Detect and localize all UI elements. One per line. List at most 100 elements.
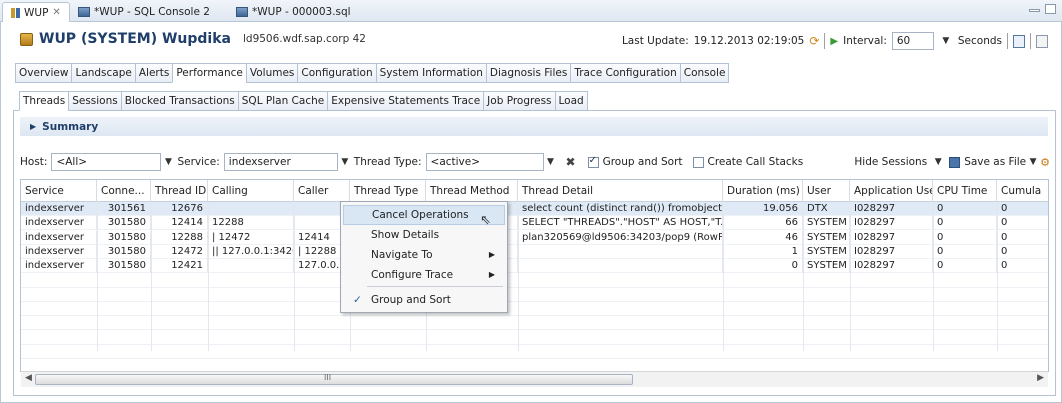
editor-tab-label: WUP <box>24 6 49 19</box>
configure-icon[interactable]: ⚙ <box>1040 156 1050 169</box>
column-divider <box>151 202 152 351</box>
host-select[interactable]: <All> <box>51 153 162 171</box>
editor-tab-sql-console[interactable]: *WUP - SQL Console 2 <box>70 2 218 22</box>
column-divider <box>803 202 804 351</box>
interval-input[interactable]: 60 <box>891 32 934 50</box>
separator <box>824 33 826 49</box>
table-header: Service Conne... Thread ID Calling Caller Thr… <box>21 180 1048 202</box>
save-icon[interactable] <box>949 156 961 168</box>
table-row[interactable]: indexserver30156112676ntselect count (di… <box>21 202 1048 216</box>
tab-console[interactable]: Console <box>679 63 730 83</box>
subtab-load[interactable]: Load <box>554 91 588 111</box>
tab-performance[interactable]: Performance <box>172 63 246 83</box>
check-icon: ✓ <box>353 294 362 306</box>
service-label: Service: <box>177 156 220 168</box>
subtab-blocked-transactions[interactable]: Blocked Transactions <box>120 91 238 111</box>
menu-item-cancel-operations[interactable]: Cancel Operations ⇖ <box>343 205 505 228</box>
column-divider <box>997 202 998 351</box>
table-cell: 12676 <box>151 202 208 216</box>
chevron-down-icon[interactable]: ▼ <box>1026 157 1040 167</box>
thread-type-select[interactable]: <active> <box>425 153 544 171</box>
tab-trace-configuration[interactable]: Trace Configuration <box>570 63 680 83</box>
tab-volumes[interactable]: Volumes <box>245 63 298 83</box>
tab-alerts[interactable]: Alerts <box>134 63 173 83</box>
tab-diagnosis-files[interactable]: Diagnosis Files <box>485 63 571 83</box>
chevron-down-icon[interactable]: ▼ <box>338 157 352 167</box>
table-cell: 0 <box>723 259 803 274</box>
editor-tab-sql-file[interactable]: *WUP - 000003.sql <box>228 2 359 22</box>
tab-landscape[interactable]: Landscape <box>71 63 135 83</box>
table-cell: 0 <box>933 244 997 259</box>
table-cell: indexserver <box>21 244 97 259</box>
menu-item-label: Group and Sort <box>371 294 451 306</box>
table-row[interactable]: indexserver3015801241412288ntSELECT "THR… <box>21 216 1048 231</box>
table-cell: 0 <box>933 230 997 245</box>
column-header[interactable]: Thread ID <box>151 180 208 202</box>
column-header[interactable]: Calling <box>208 180 294 202</box>
menu-item-show-details[interactable]: Show Details <box>343 225 505 245</box>
call-stacks-checkbox[interactable] <box>692 156 704 168</box>
table-cell: 46 <box>723 230 803 245</box>
subtab-threads[interactable]: Threads <box>19 91 69 111</box>
submenu-arrow-icon: ▶ <box>488 250 495 259</box>
table-cell <box>208 259 294 274</box>
subtab-sql-plan-cache[interactable]: SQL Plan Cache <box>237 91 328 111</box>
scrollbar-grip: III <box>324 373 332 382</box>
minimize-icon[interactable] <box>1029 9 1040 12</box>
menu-item-configure-trace[interactable]: Configure Trace ▶ <box>343 265 505 285</box>
table-row[interactable]: indexserver30158012472|| 127.0.0.1:34203… <box>21 244 1048 259</box>
column-header[interactable]: Conne... <box>97 180 151 202</box>
table-cell: 0 <box>933 202 997 216</box>
hide-sessions-button[interactable]: Hide Sessions <box>854 156 927 168</box>
table-cell: 1 <box>723 244 803 259</box>
subtab-sessions[interactable]: Sessions <box>68 91 121 111</box>
save-as-file-button[interactable]: Save as File <box>964 156 1026 168</box>
horizontal-scrollbar[interactable]: ◀ III ▶ <box>21 371 1048 387</box>
group-sort-checkbox[interactable] <box>587 155 599 168</box>
chevron-down-icon[interactable]: ▼ <box>931 157 945 167</box>
thread-type-select-value: <active> <box>430 156 481 168</box>
tab-configuration[interactable]: Configuration <box>297 63 376 83</box>
menu-item-navigate-to[interactable]: Navigate To ▶ <box>343 245 505 265</box>
host-select-value: <All> <box>56 156 88 168</box>
filter-icon[interactable] <box>1036 34 1048 48</box>
summary-label: Summary <box>42 120 99 133</box>
tab-system-information[interactable]: System Information <box>375 63 486 83</box>
clear-filter-icon[interactable]: ✖ <box>566 155 576 169</box>
column-header[interactable]: CPU Time <box>933 180 997 202</box>
table-row[interactable]: indexserver 301580 12421 127.0.0.1: 0 SYSTEM I… <box>21 259 1048 274</box>
tab-overview[interactable]: Overview <box>15 63 72 83</box>
column-header[interactable]: Duration (ms) <box>723 180 803 202</box>
close-icon[interactable]: ✕ <box>52 7 60 18</box>
column-header[interactable]: Service <box>21 180 97 202</box>
chevron-down-icon[interactable]: ▼ <box>939 36 953 46</box>
service-select[interactable]: indexserver <box>223 153 338 171</box>
scroll-left-icon[interactable]: ◀ <box>25 373 32 383</box>
editor-tab-wup[interactable]: WUP ✕ <box>2 2 70 22</box>
maximize-icon[interactable] <box>1045 4 1056 14</box>
chevron-down-icon[interactable]: ▼ <box>161 157 175 167</box>
table-row[interactable]: indexserver 301580 12288 | 12472 12414 plan32… <box>21 230 1048 245</box>
column-header[interactable]: Cumula <box>997 180 1048 202</box>
column-header[interactable]: Thread Type <box>350 180 426 202</box>
subtab-expensive-statements-trace[interactable]: Expensive Statements Trace <box>327 91 484 111</box>
column-header[interactable]: Thread Method <box>426 180 518 202</box>
column-header[interactable]: Application User <box>850 180 933 202</box>
table-cell: SELECT "THREADS"."HOST" AS HOST,"T... <box>518 216 723 231</box>
scrollbar-thumb[interactable]: III <box>35 373 633 385</box>
play-icon[interactable]: ▶ <box>830 36 838 47</box>
column-header[interactable]: User <box>803 180 850 202</box>
summary-section[interactable]: ▶ Summary <box>20 117 1048 136</box>
table-cell: 0 <box>997 202 1048 216</box>
menu-item-group-and-sort[interactable]: Group and Sort ✓ <box>343 290 505 310</box>
refresh-icon[interactable]: ⟳ <box>809 34 819 48</box>
chevron-down-icon[interactable]: ▼ <box>544 157 558 167</box>
column-header[interactable]: Caller <box>294 180 350 202</box>
last-update-label: Last Update: <box>621 35 689 47</box>
copy-icon[interactable] <box>1013 34 1025 48</box>
column-header[interactable]: Thread Detail <box>518 180 723 202</box>
scroll-right-icon[interactable]: ▶ <box>1037 373 1044 383</box>
column-divider <box>294 202 295 351</box>
subtab-job-progress[interactable]: Job Progress <box>483 91 555 111</box>
table-cell: select count (distinct rand()) fromobjec… <box>518 202 723 216</box>
